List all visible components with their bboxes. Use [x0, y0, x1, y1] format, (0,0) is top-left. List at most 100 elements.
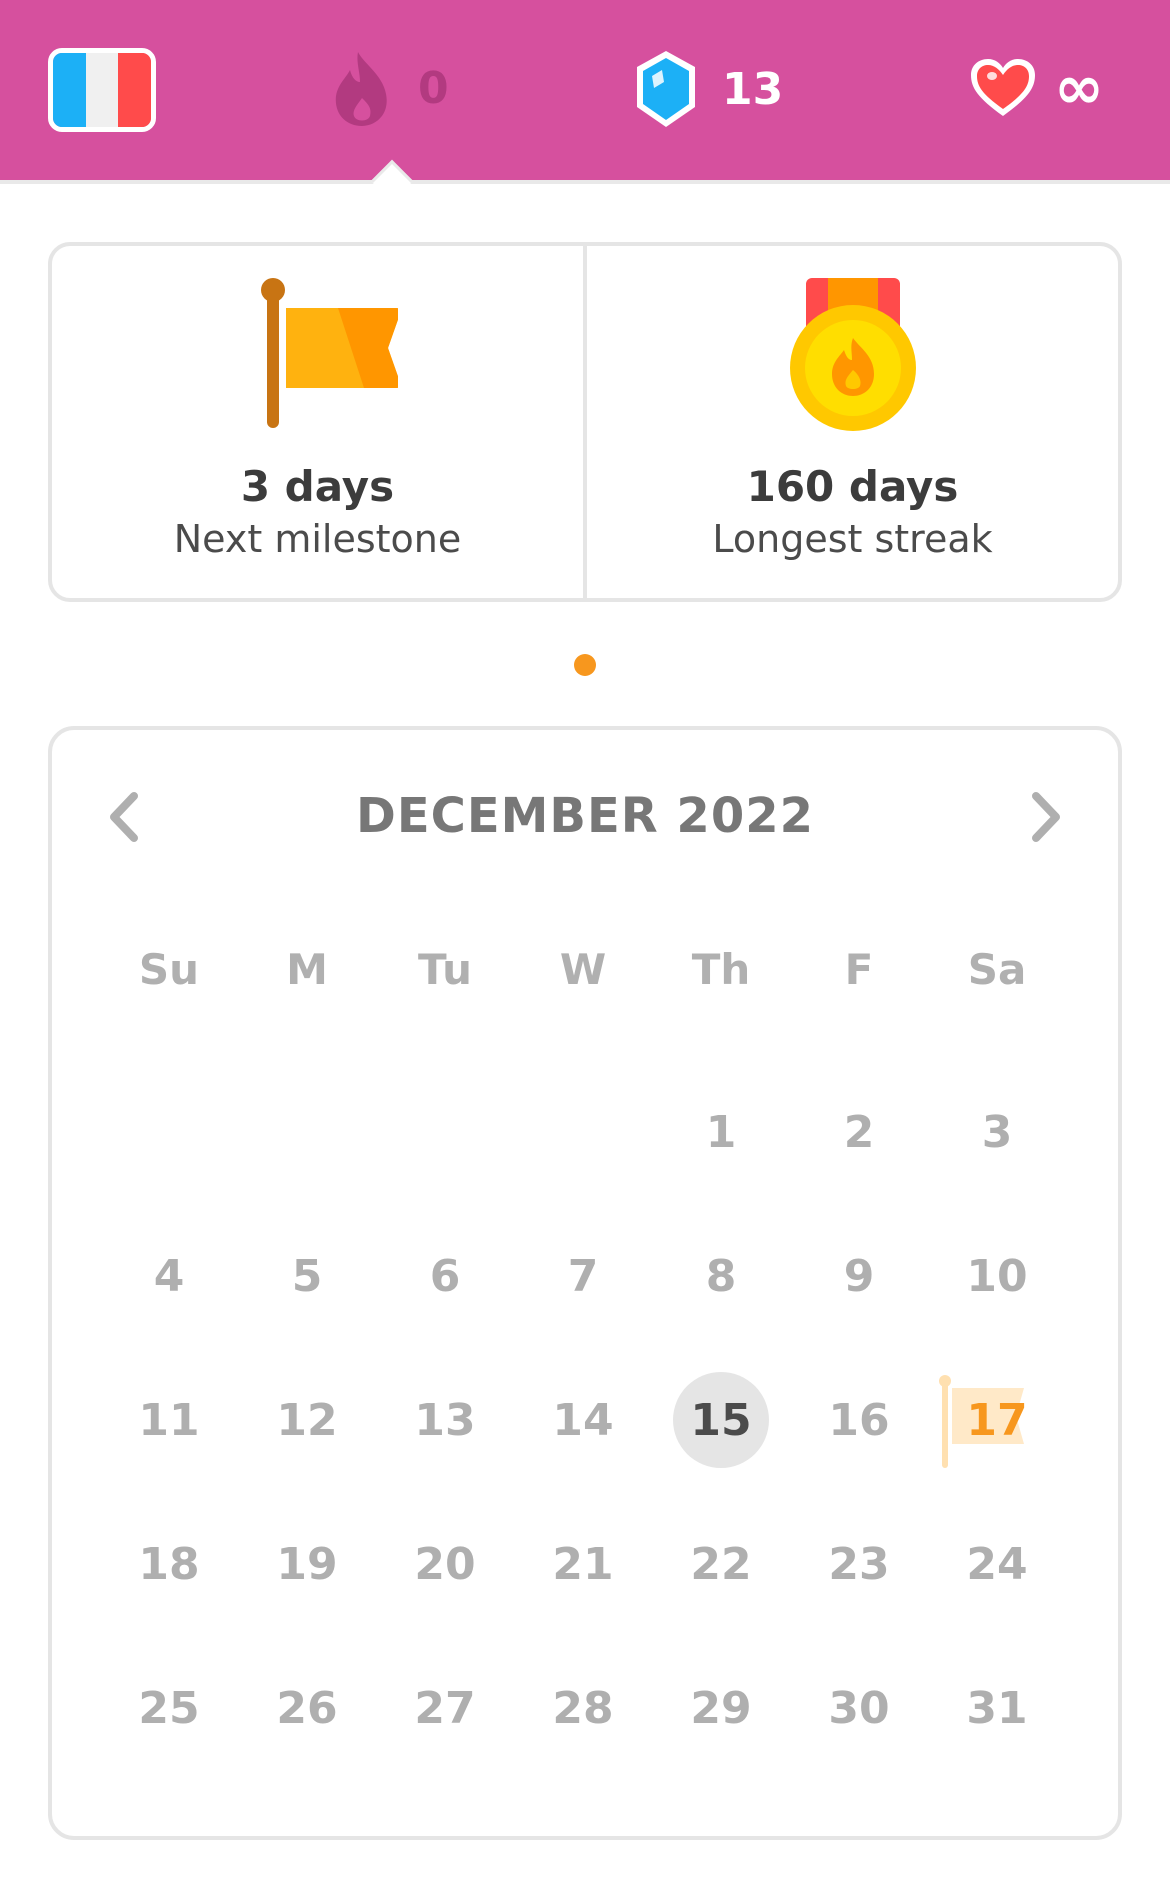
- day-number: 11: [138, 1394, 200, 1446]
- streak-calendar: DECEMBER 2022 Su M Tu W Th F Sa 1 2 3 4 5 6 7 8 9 10 11 1…: [48, 726, 1122, 1840]
- weekday-label: Su: [138, 945, 200, 994]
- day-number: 12: [276, 1394, 338, 1446]
- day-number: 5: [291, 1250, 323, 1302]
- gem-icon: [637, 51, 695, 127]
- calendar-day: 30: [790, 1636, 928, 1780]
- hearts-count: ∞: [1054, 53, 1104, 123]
- calendar-day-today: 15: [652, 1348, 790, 1492]
- day-number: 9: [843, 1250, 875, 1302]
- milestones-card: 3 days Next milestone 160 days Longest s…: [48, 242, 1122, 602]
- longest-streak-label: Longest streak: [712, 517, 993, 561]
- day-number: 22: [690, 1538, 752, 1590]
- weekday-label: W: [559, 945, 607, 994]
- day-number: 30: [828, 1682, 890, 1734]
- calendar-day: 27: [376, 1636, 514, 1780]
- weekday-label: F: [844, 945, 874, 994]
- day-number: 10: [966, 1250, 1028, 1302]
- calendar-day: 10: [928, 1204, 1066, 1348]
- calendar-day: 26: [238, 1636, 376, 1780]
- calendar-day: 14: [514, 1348, 652, 1492]
- calendar-day: 28: [514, 1636, 652, 1780]
- longest-streak-value: 160 days: [746, 462, 959, 511]
- calendar-day: 19: [238, 1492, 376, 1636]
- calendar-day: 5: [238, 1204, 376, 1348]
- day-number: 28: [552, 1682, 614, 1734]
- medal-icon: [789, 278, 916, 431]
- day-number: 29: [690, 1682, 752, 1734]
- day-number: 18: [138, 1538, 200, 1590]
- flag-icon: [260, 278, 398, 428]
- hearts-indicator[interactable]: ∞: [968, 56, 1104, 120]
- day-number: 19: [276, 1538, 338, 1590]
- calendar-day: 3: [928, 1060, 1066, 1204]
- calendar-empty-cell: [238, 1060, 376, 1204]
- calendar-day: 2: [790, 1060, 928, 1204]
- calendar-day: 29: [652, 1636, 790, 1780]
- calendar-day: 23: [790, 1492, 928, 1636]
- day-number: 15: [690, 1394, 752, 1446]
- calendar-day: 31: [928, 1636, 1066, 1780]
- calendar-day: 4: [100, 1204, 238, 1348]
- calendar-day: 24: [928, 1492, 1066, 1636]
- calendar-empty-cell: [376, 1060, 514, 1204]
- gems-count: 13: [722, 63, 784, 115]
- day-number: 3: [981, 1106, 1013, 1158]
- calendar-day: 1: [652, 1060, 790, 1204]
- calendar-day: 22: [652, 1492, 790, 1636]
- calendar-empty-cell: [514, 1060, 652, 1204]
- calendar-day-milestone: 17: [928, 1348, 1066, 1492]
- streak-count: 0: [418, 62, 449, 114]
- day-number: 13: [414, 1394, 476, 1446]
- day-number: 25: [138, 1682, 200, 1734]
- calendar-empty-cell: [100, 1060, 238, 1204]
- calendar-day: 7: [514, 1204, 652, 1348]
- day-number: 2: [843, 1106, 875, 1158]
- top-bar: 0 13 ∞: [0, 0, 1170, 180]
- calendar-header: DECEMBER 2022: [52, 784, 1118, 848]
- day-number: 23: [828, 1538, 890, 1590]
- day-number: 24: [966, 1538, 1028, 1590]
- day-number: 31: [966, 1682, 1028, 1734]
- calendar-day: 13: [376, 1348, 514, 1492]
- day-number: 7: [567, 1250, 599, 1302]
- calendar-day: 9: [790, 1204, 928, 1348]
- weekday-label: M: [286, 945, 328, 994]
- weekday-label: Sa: [967, 945, 1027, 994]
- next-milestone-value: 3 days: [240, 462, 395, 511]
- day-number: 14: [552, 1394, 614, 1446]
- weekday-label: Th: [691, 945, 751, 994]
- calendar-day: 18: [100, 1492, 238, 1636]
- calendar-day: 20: [376, 1492, 514, 1636]
- day-number: 6: [429, 1250, 461, 1302]
- weekday-header-row: Su M Tu W Th F Sa: [100, 940, 1066, 1000]
- streak-indicator[interactable]: 0: [330, 48, 449, 128]
- heart-icon: [971, 59, 1035, 116]
- calendar-day: 25: [100, 1636, 238, 1780]
- fire-icon: [335, 52, 387, 126]
- calendar-day: 8: [652, 1204, 790, 1348]
- calendar-day: 11: [100, 1348, 238, 1492]
- top-bar-divider: [0, 180, 1170, 184]
- day-number: 1: [705, 1106, 737, 1158]
- page-indicator-dot: [574, 654, 596, 676]
- calendar-day: 21: [514, 1492, 652, 1636]
- calendar-day: 12: [238, 1348, 376, 1492]
- gems-indicator[interactable]: 13: [632, 48, 783, 130]
- next-milestone-label: Next milestone: [173, 517, 462, 561]
- france-flag-icon[interactable]: [48, 48, 156, 132]
- day-number: 27: [414, 1682, 476, 1734]
- day-number: 8: [705, 1250, 737, 1302]
- calendar-day: 16: [790, 1348, 928, 1492]
- day-number: 16: [828, 1394, 890, 1446]
- day-number: 21: [552, 1538, 614, 1590]
- next-milestone: 3 days Next milestone: [52, 246, 583, 598]
- day-number: 4: [153, 1250, 185, 1302]
- chevron-right-icon[interactable]: [1020, 790, 1070, 844]
- weekday-label: Tu: [418, 945, 472, 994]
- calendar-days-grid: 1 2 3 4 5 6 7 8 9 10 11 12 13 14 15 16 17 18 19 20 21 22 23 24 2…: [100, 1060, 1066, 1780]
- calendar-day: 6: [376, 1204, 514, 1348]
- calendar-month-title: DECEMBER 2022: [355, 788, 815, 844]
- longest-streak: 160 days Longest streak: [587, 246, 1118, 598]
- day-number: 20: [414, 1538, 476, 1590]
- day-number: 26: [276, 1682, 338, 1734]
